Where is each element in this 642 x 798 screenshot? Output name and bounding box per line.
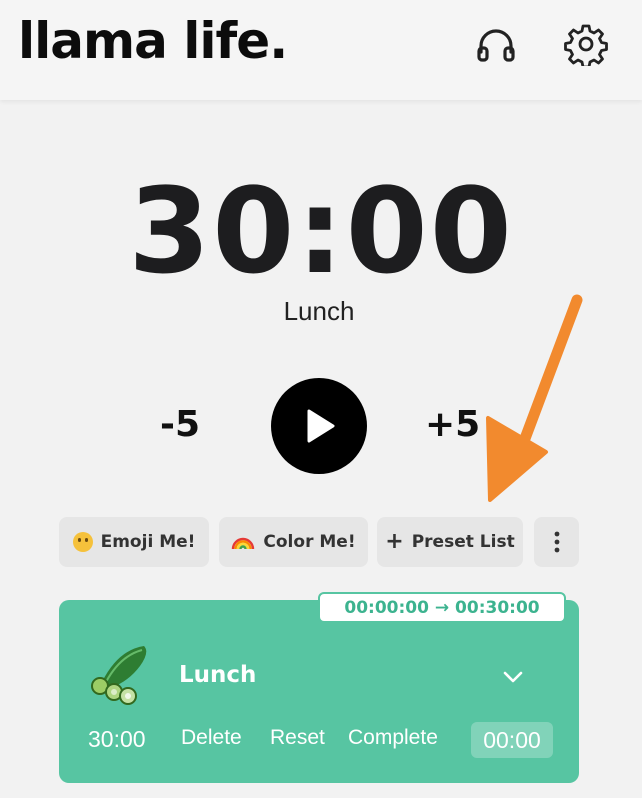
color-me-button[interactable]: Color Me! (219, 517, 368, 567)
countdown-display: 30:00 (128, 162, 514, 300)
task-time-range: 00:00:00 → 00:30:00 (318, 592, 566, 623)
more-options-button[interactable] (534, 517, 579, 567)
reset-button[interactable]: Reset (270, 726, 325, 750)
annotation-arrow (486, 294, 583, 502)
task-duration[interactable]: 30:00 (88, 726, 146, 753)
plus-icon: + (385, 529, 404, 554)
play-icon (307, 409, 335, 443)
app-header: llama life. (0, 0, 642, 100)
smiley-icon (72, 532, 93, 552)
task-title[interactable]: Lunch (179, 662, 256, 688)
gear-icon[interactable] (564, 22, 608, 69)
color-me-label: Color Me! (263, 532, 356, 552)
chevron-down-icon[interactable] (502, 666, 524, 688)
vertical-dots-icon (554, 531, 559, 553)
delete-button[interactable]: Delete (181, 726, 242, 750)
elapsed-time: 00:00 (471, 722, 553, 758)
emoji-me-label: Emoji Me! (100, 532, 196, 552)
play-button[interactable] (271, 378, 367, 474)
cucumber-icon (91, 646, 147, 705)
headphones-icon[interactable] (474, 22, 518, 66)
preset-list-button[interactable]: + Preset List (377, 517, 523, 567)
preset-list-label: Preset List (411, 532, 515, 552)
complete-button[interactable]: Complete (348, 726, 438, 750)
brand-logo: llama life. (18, 12, 288, 70)
rainbow-icon (232, 537, 255, 550)
emoji-me-button[interactable]: Emoji Me! (59, 517, 209, 567)
minus-five-button[interactable]: -5 (160, 404, 200, 445)
